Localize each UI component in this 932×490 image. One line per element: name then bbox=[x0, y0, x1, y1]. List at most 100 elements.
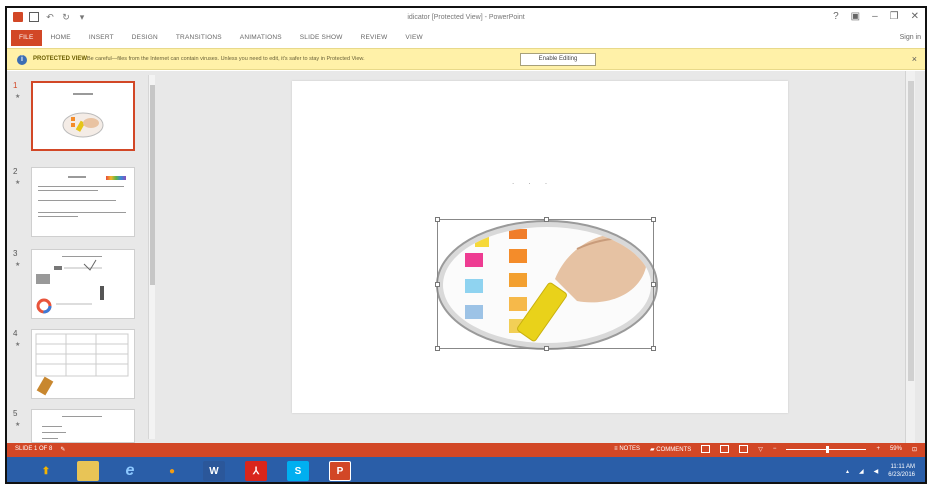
internet-explorer-icon[interactable]: e bbox=[119, 461, 141, 481]
transition-star-icon: ★ bbox=[15, 180, 21, 186]
tab-insert[interactable]: INSERT bbox=[80, 30, 123, 46]
slide-thumbnail[interactable] bbox=[31, 409, 135, 443]
help-icon[interactable]: ? bbox=[833, 11, 839, 22]
thumb-text-line bbox=[42, 438, 58, 439]
slide-edit-area: . . . bbox=[157, 71, 915, 443]
slide-thumbnail[interactable] bbox=[31, 167, 135, 237]
clock[interactable]: 11:11 AM 6/23/2016 bbox=[888, 463, 915, 479]
resize-handle[interactable] bbox=[435, 282, 440, 287]
thumbnails-scrollbar[interactable] bbox=[148, 75, 155, 439]
transition-star-icon: ★ bbox=[15, 422, 21, 428]
transition-star-icon: ★ bbox=[15, 262, 21, 268]
title-bar: ↶ ↻ ▾ idicator [Protected View] - PowerP… bbox=[7, 8, 925, 30]
transition-star-icon: ★ bbox=[15, 94, 21, 100]
thumb-title-line bbox=[68, 176, 86, 178]
thumb-text-line bbox=[38, 212, 126, 213]
transition-star-icon: ★ bbox=[15, 342, 21, 348]
thumb-color-scale bbox=[106, 176, 126, 180]
reading-view-icon[interactable] bbox=[739, 445, 749, 453]
protected-view-message: Be careful—files from the Internet can c… bbox=[87, 56, 365, 62]
resize-handle[interactable] bbox=[544, 346, 549, 351]
resize-handle[interactable] bbox=[651, 217, 656, 222]
tab-transitions[interactable]: TRANSITIONS bbox=[167, 30, 231, 46]
thumb-text-line bbox=[38, 200, 116, 201]
close-icon[interactable]: × bbox=[912, 54, 917, 64]
volume-icon[interactable]: ◀ bbox=[874, 468, 879, 475]
zoom-slider-thumb[interactable] bbox=[826, 445, 830, 453]
clock-date: 6/23/2016 bbox=[888, 472, 915, 478]
minimize-icon[interactable]: – bbox=[872, 11, 878, 22]
thumb-table-image bbox=[35, 333, 129, 396]
restore-icon[interactable]: ❐ bbox=[890, 11, 899, 22]
slideshow-icon[interactable]: ▽ bbox=[758, 446, 763, 453]
tab-home[interactable]: HOME bbox=[42, 30, 80, 46]
zoom-out-icon[interactable]: − bbox=[773, 446, 777, 452]
acrobat-icon[interactable]: ⅄ bbox=[245, 461, 267, 481]
zoom-slider[interactable] bbox=[786, 445, 867, 453]
thumb-text-line bbox=[38, 186, 124, 187]
thumb-text-line bbox=[42, 426, 62, 427]
title-placeholder[interactable]: . . . bbox=[512, 177, 553, 186]
clock-time: 11:11 AM bbox=[890, 464, 915, 470]
thumb-text-line bbox=[38, 190, 98, 191]
slide-thumbnail[interactable] bbox=[31, 329, 135, 399]
system-tray: ▴ ◢ ◀ 11:11 AM 6/23/2016 bbox=[846, 463, 915, 479]
picture-selection-frame bbox=[435, 217, 656, 351]
notes-label: NOTES bbox=[619, 446, 641, 452]
status-left: SLIDE 1 OF 8 ✎ bbox=[15, 446, 65, 453]
spell-check-icon[interactable]: ✎ bbox=[60, 446, 65, 453]
workspace: 1 ★ 2 ★ 3 ★ 4 ★ 5 ★ . . . bbox=[7, 71, 925, 443]
chrome-icon[interactable]: ● bbox=[161, 461, 183, 481]
skype-icon[interactable]: S bbox=[287, 461, 309, 481]
sign-in-link[interactable]: Sign in bbox=[900, 32, 921, 44]
tab-animations[interactable]: ANIMATIONS bbox=[231, 30, 291, 46]
ribbon-display-icon[interactable]: ▣ bbox=[851, 11, 860, 22]
thumb-text-line bbox=[42, 432, 66, 433]
zoom-in-icon[interactable]: + bbox=[876, 446, 880, 452]
main-scrollbar[interactable] bbox=[905, 71, 915, 443]
slide-number: 4 bbox=[13, 329, 18, 338]
zoom-level[interactable]: 59% bbox=[890, 446, 902, 452]
word-icon[interactable]: W bbox=[203, 461, 225, 481]
fit-to-window-icon[interactable]: ⊡ bbox=[912, 446, 917, 453]
tab-view[interactable]: VIEW bbox=[396, 30, 431, 46]
slide-thumbnail-item[interactable]: 2 ★ bbox=[11, 167, 145, 245]
file-explorer-icon[interactable] bbox=[77, 461, 99, 481]
thumb-title-line bbox=[62, 416, 102, 417]
slide-thumbnail[interactable] bbox=[31, 249, 135, 319]
tab-review[interactable]: REVIEW bbox=[352, 30, 397, 46]
protected-view-title: PROTECTED VIEW bbox=[33, 56, 88, 62]
windows-taskbar: ⬆ e ● W ⅄ S P ▴ ◢ ◀ 11:11 AM 6/23/2016 bbox=[7, 457, 925, 482]
normal-view-icon[interactable] bbox=[701, 445, 711, 453]
close-icon[interactable]: ✕ bbox=[911, 11, 919, 22]
slide-sorter-icon[interactable] bbox=[720, 445, 730, 453]
slide-thumbnail[interactable] bbox=[31, 81, 135, 151]
slide-thumbnail-item[interactable]: 3 ★ bbox=[11, 249, 145, 327]
comments-button[interactable]: ▰ COMMENTS bbox=[650, 446, 691, 453]
tab-file[interactable]: FILE bbox=[11, 30, 42, 46]
scrollbar-thumb[interactable] bbox=[908, 81, 914, 381]
tray-up-arrow-icon[interactable]: ▴ bbox=[846, 468, 849, 475]
powerpoint-taskbar-icon[interactable]: P bbox=[329, 461, 351, 481]
resize-handle[interactable] bbox=[435, 346, 440, 351]
notes-button[interactable]: ≡ NOTES bbox=[614, 446, 640, 452]
resize-handle[interactable] bbox=[435, 217, 440, 222]
tab-slide-show[interactable]: SLIDE SHOW bbox=[291, 30, 352, 46]
slide-thumbnail-item[interactable]: 5 ★ bbox=[11, 409, 145, 443]
enable-editing-button[interactable]: Enable Editing bbox=[520, 53, 596, 66]
scrollbar-thumb[interactable] bbox=[150, 85, 155, 285]
window-controls: ? ▣ – ❐ ✕ bbox=[833, 11, 919, 22]
slide-thumbnails-pane: 1 ★ 2 ★ 3 ★ 4 ★ 5 ★ bbox=[7, 71, 157, 443]
slide-thumbnail-item[interactable]: 4 ★ bbox=[11, 329, 145, 407]
slide-thumbnail-item[interactable]: 1 ★ bbox=[11, 81, 145, 159]
user-icon[interactable]: ⬆ bbox=[35, 461, 57, 481]
tab-design[interactable]: DESIGN bbox=[123, 30, 167, 46]
resize-handle[interactable] bbox=[651, 346, 656, 351]
slide-canvas[interactable]: . . . bbox=[292, 81, 788, 413]
status-bar: SLIDE 1 OF 8 ✎ ≡ NOTES ▰ COMMENTS ▽ − + … bbox=[7, 443, 925, 457]
resize-handle[interactable] bbox=[651, 282, 656, 287]
resize-handle[interactable] bbox=[544, 217, 549, 222]
network-icon[interactable]: ◢ bbox=[859, 468, 864, 475]
slide-count: SLIDE 1 OF 8 bbox=[15, 446, 53, 452]
comments-label: COMMENTS bbox=[656, 446, 692, 453]
